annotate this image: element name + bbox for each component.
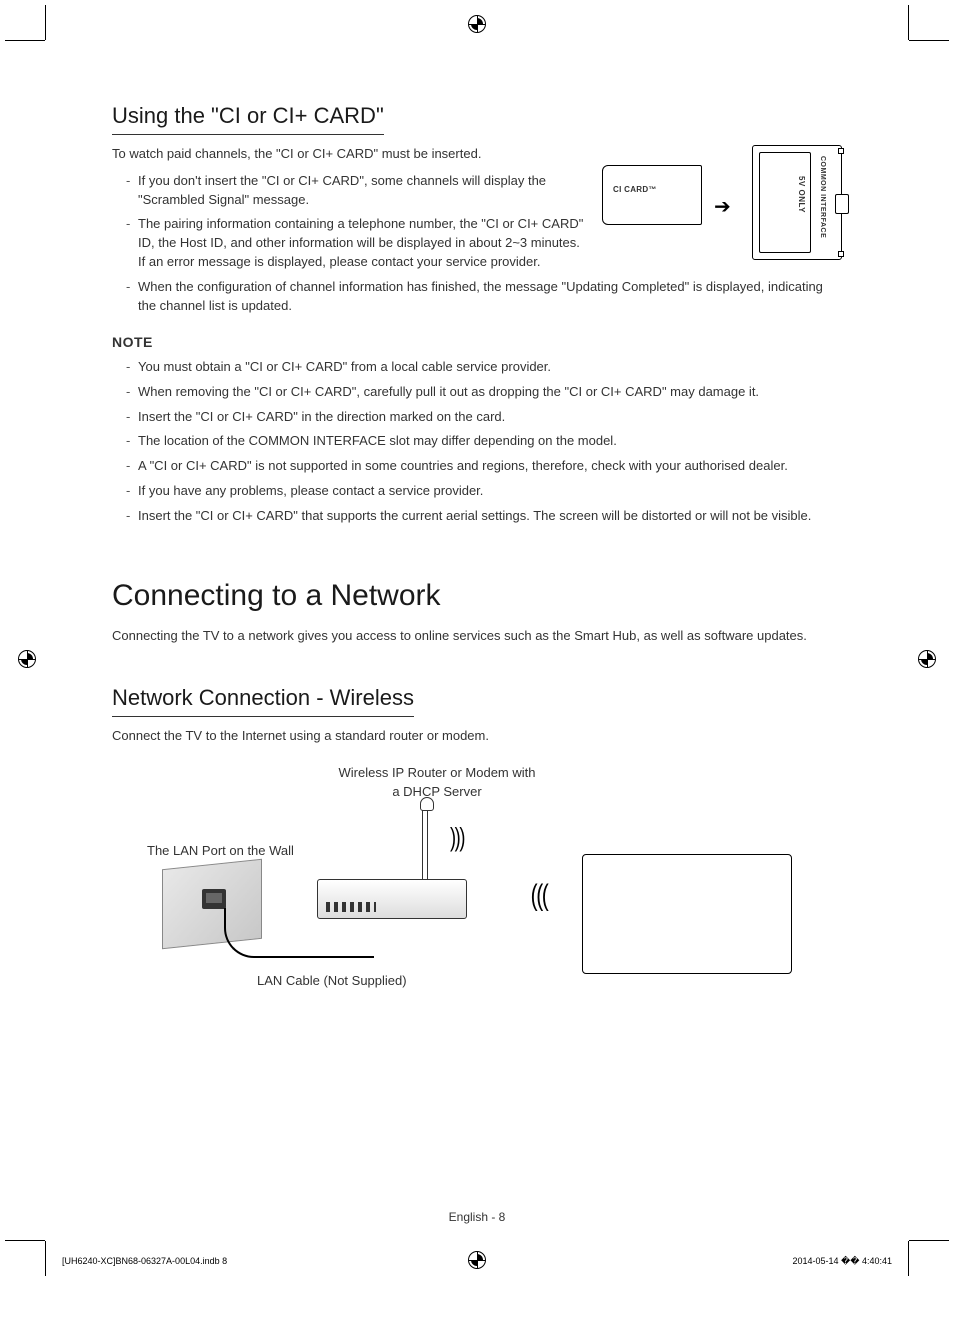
ci-slot-label: COMMON INTERFACE: [817, 156, 827, 238]
lan-jack-icon: [202, 889, 226, 909]
ci-intro-text: To watch paid channels, the "CI or CI+ C…: [112, 145, 584, 164]
wireless-network-figure: Wireless IP Router or Modem with a DHCP …: [112, 764, 832, 1004]
router-caption-line1: Wireless IP Router or Modem with: [339, 765, 536, 780]
list-item: Insert the "CI or CI+ CARD" that support…: [126, 507, 842, 526]
ci-voltage-label: 5V ONLY: [795, 176, 807, 213]
section-heading-ci-card: Using the "CI or CI+ CARD": [112, 100, 384, 135]
list-item: The pairing information containing a tel…: [126, 215, 584, 272]
crop-mark: [45, 1241, 46, 1276]
network-intro-text: Connecting the TV to a network gives you…: [112, 627, 842, 646]
router-caption-line2: a DHCP Server: [392, 784, 481, 799]
wireless-intro-text: Connect the TV to the Internet using a s…: [112, 727, 842, 746]
list-item: You must obtain a "CI or CI+ CARD" from …: [126, 358, 842, 377]
registration-mark-icon: [468, 1251, 486, 1269]
print-timestamp: 2014-05-14 �� 4:40:41: [792, 1255, 892, 1268]
crop-mark: [909, 40, 949, 41]
lan-cable-caption: LAN Cable (Not Supplied): [257, 972, 407, 991]
router-icon: [317, 879, 467, 919]
crop-mark: [5, 40, 45, 41]
ci-slot-icon: COMMON INTERFACE 5V ONLY: [752, 145, 842, 260]
tv-icon: [582, 854, 792, 974]
wifi-signal-out-icon: ))): [450, 819, 464, 857]
page-number: English - 8: [0, 1209, 954, 1226]
ci-card-figure: CI CARD™ ➔ COMMON INTERFACE 5V ONLY: [602, 145, 842, 265]
ci-card-icon: CI CARD™: [602, 165, 702, 225]
note-heading: NOTE: [112, 332, 842, 352]
wall-port-caption: The LAN Port on the Wall: [147, 842, 294, 861]
antenna-icon: [422, 804, 428, 882]
crop-mark: [908, 1241, 909, 1276]
registration-mark-icon: [918, 650, 936, 668]
note-bullet-list: You must obtain a "CI or CI+ CARD" from …: [112, 358, 842, 526]
wifi-signal-in-icon: (((: [531, 874, 548, 918]
ci-bullet-list-b: When the configuration of channel inform…: [112, 278, 842, 316]
list-item: If you have any problems, please contact…: [126, 482, 842, 501]
section-heading-wireless: Network Connection - Wireless: [112, 682, 414, 717]
list-item: The location of the COMMON INTERFACE slo…: [126, 432, 842, 451]
crop-mark: [5, 1240, 45, 1241]
crop-mark: [908, 5, 909, 40]
crop-mark: [909, 1240, 949, 1241]
ci-card-label: CI CARD™: [613, 184, 657, 196]
crop-mark: [45, 5, 46, 40]
list-item: A "CI or CI+ CARD" is not supported in s…: [126, 457, 842, 476]
registration-mark-icon: [18, 650, 36, 668]
page-content: Using the "CI or CI+ CARD" To watch paid…: [112, 100, 842, 1004]
list-item: When the configuration of channel inform…: [126, 278, 842, 316]
main-heading-network: Connecting to a Network: [112, 574, 842, 618]
ci-bullet-list-a: If you don't insert the "CI or CI+ CARD"…: [112, 172, 584, 272]
list-item: If you don't insert the "CI or CI+ CARD"…: [126, 172, 584, 210]
registration-mark-icon: [468, 15, 486, 33]
router-caption: Wireless IP Router or Modem with a DHCP …: [322, 764, 552, 802]
arrow-right-icon: ➔: [714, 193, 731, 222]
list-item: Insert the "CI or CI+ CARD" in the direc…: [126, 408, 842, 427]
list-item: When removing the "CI or CI+ CARD", care…: [126, 383, 842, 402]
document-reference: [UH6240-XC]BN68-06327A-00L04.indb 8: [62, 1255, 227, 1268]
